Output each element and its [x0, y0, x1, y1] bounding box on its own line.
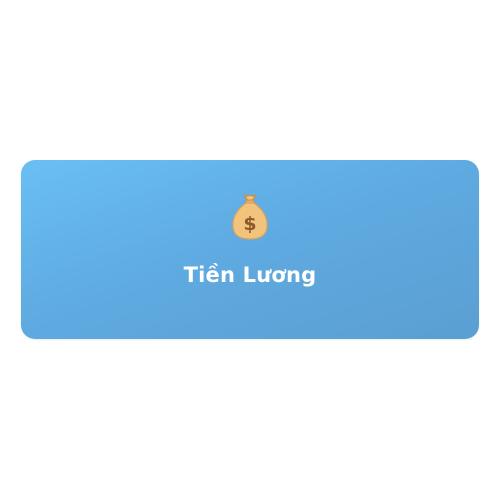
- page: $ Tiền Lương: [0, 0, 500, 500]
- salary-label: Tiền Lương: [183, 263, 317, 287]
- svg-text:$: $: [243, 213, 256, 235]
- salary-card[interactable]: [21, 160, 479, 339]
- money-bag-icon: $: [232, 194, 268, 240]
